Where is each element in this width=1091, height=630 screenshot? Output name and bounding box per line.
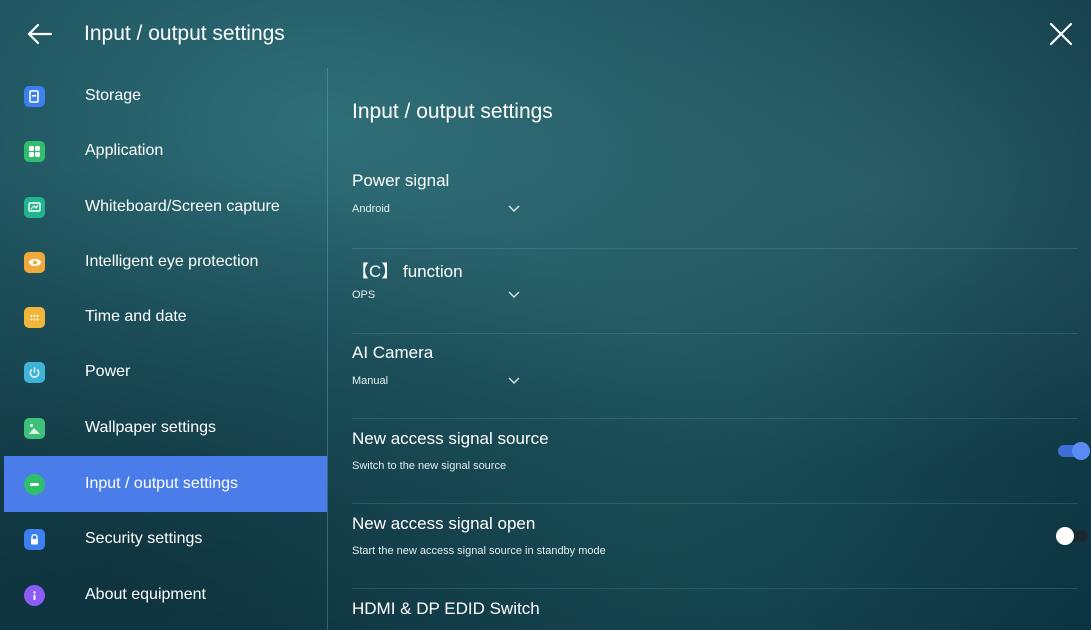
setting-new-access-source[interactable]: New access signal source Switch to the n… xyxy=(352,418,1090,504)
chevron-down-icon[interactable] xyxy=(506,375,522,387)
toggle-switch-off[interactable] xyxy=(1056,527,1088,545)
sidebar-item-label: Input / output settings xyxy=(85,475,238,492)
sidebar-item-label: Storage xyxy=(85,87,142,104)
sidebar-item-label: Wallpaper settings xyxy=(85,419,217,436)
power-icon xyxy=(24,361,45,383)
sidebar: Storage Application Whiteboard/Screen ca… xyxy=(0,68,328,630)
setting-new-access-open[interactable]: New access signal open Start the new acc… xyxy=(352,503,1088,589)
lock-icon xyxy=(24,528,45,550)
dropdown-value[interactable]: OPS xyxy=(352,289,375,301)
sidebar-item-wallpaper[interactable]: Wallpaper settings xyxy=(4,400,327,456)
sidebar-item-security[interactable]: Security settings xyxy=(4,511,327,567)
sidebar-item-label: Time and date xyxy=(85,308,187,325)
sidebar-item-label: Application xyxy=(85,142,164,159)
setting-description: Switch to the new signal source xyxy=(352,460,507,472)
calendar-icon xyxy=(24,306,45,328)
chevron-down-icon[interactable] xyxy=(506,203,522,215)
arrow-left-icon xyxy=(27,23,53,45)
setting-power-signal[interactable]: Power signal Android xyxy=(352,163,1078,249)
setting-label: New access signal source xyxy=(352,429,549,448)
sidebar-item-application[interactable]: Application xyxy=(4,123,327,179)
settings-screen: Input / output settings Storage Applicat… xyxy=(0,0,1091,630)
eye-icon xyxy=(24,251,45,273)
setting-label: 【C】 function xyxy=(352,262,463,281)
toggle-switch-on[interactable] xyxy=(1058,442,1090,460)
close-icon xyxy=(1049,22,1073,46)
main-panel: Input / output settings Power signal And… xyxy=(328,68,1091,630)
setting-label: AI Camera xyxy=(352,343,434,362)
storage-icon xyxy=(24,85,45,107)
sidebar-item-label: Whiteboard/Screen capture xyxy=(85,198,280,215)
setting-ai-camera[interactable]: AI Camera Manual xyxy=(352,333,1078,419)
setting-label: Power signal xyxy=(352,171,450,190)
sidebar-item-whiteboard[interactable]: Whiteboard/Screen capture xyxy=(4,179,327,235)
apps-icon xyxy=(24,140,45,162)
chevron-down-icon[interactable] xyxy=(506,289,522,301)
sidebar-item-power[interactable]: Power xyxy=(4,344,327,400)
sidebar-item-input-output[interactable]: Input / output settings xyxy=(4,456,327,512)
setting-description: Start the new access signal source in st… xyxy=(352,545,606,557)
setting-label: New access signal open xyxy=(352,514,536,533)
sidebar-item-time-date[interactable]: Time and date xyxy=(4,289,327,345)
toggle-knob xyxy=(1072,442,1090,460)
sidebar-item-label: About equipment xyxy=(85,586,206,603)
sidebar-item-about[interactable]: About equipment xyxy=(4,567,327,623)
header-bar: Input / output settings xyxy=(0,0,1091,68)
setting-hdmi-dp-edid[interactable]: HDMI & DP EDID Switch xyxy=(352,588,1078,630)
sidebar-item-eye-protection[interactable]: Intelligent eye protection xyxy=(4,234,327,290)
sidebar-item-storage[interactable]: Storage xyxy=(4,68,327,124)
dropdown-value[interactable]: Manual xyxy=(352,375,388,387)
wallpaper-icon xyxy=(24,417,45,439)
section-title: Input / output settings xyxy=(352,100,553,123)
sidebar-item-label: Power xyxy=(85,363,131,380)
dropdown-value[interactable]: Android xyxy=(352,203,390,215)
back-button[interactable] xyxy=(24,18,56,50)
info-icon xyxy=(24,584,45,606)
close-button[interactable] xyxy=(1045,18,1077,50)
page-title: Input / output settings xyxy=(84,22,285,45)
whiteboard-icon xyxy=(24,196,45,218)
sidebar-item-label: Security settings xyxy=(85,530,203,547)
setting-label: HDMI & DP EDID Switch xyxy=(352,599,540,618)
setting-c-function[interactable]: 【C】 function OPS xyxy=(352,248,1078,334)
sidebar-item-label: Intelligent eye protection xyxy=(85,253,259,270)
toggle-knob xyxy=(1056,527,1074,545)
input-output-icon xyxy=(24,473,45,495)
